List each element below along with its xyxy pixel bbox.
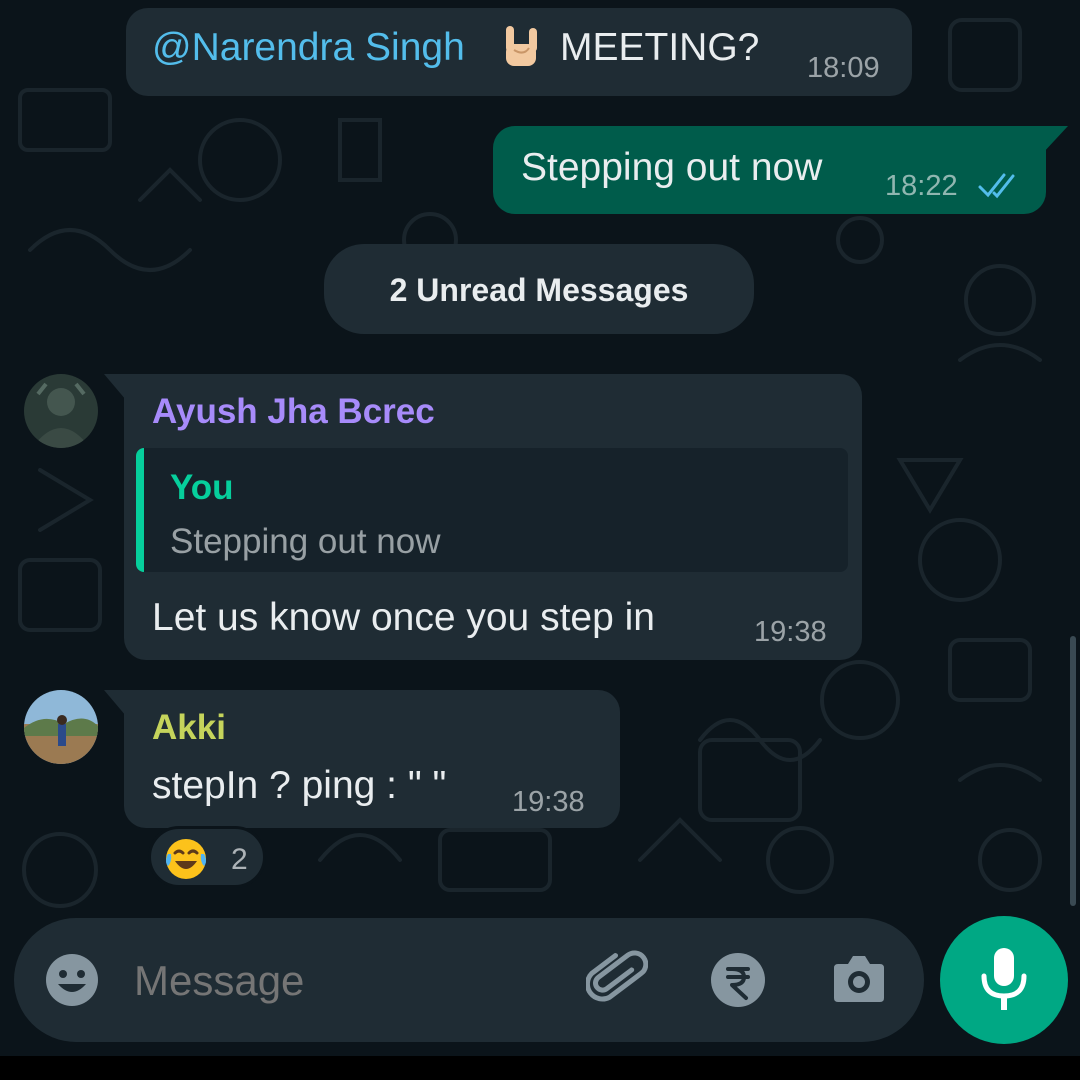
message-bubble-incoming[interactable]: Akki stepIn ? ping : " " 19:38 [104, 690, 620, 828]
message-text: stepIn ? ping : " " [152, 764, 447, 807]
message-bubble-outgoing[interactable]: Stepping out now 18:22 [493, 126, 1068, 214]
bubble-tail [1042, 126, 1068, 154]
message-time: 19:38 [512, 786, 585, 818]
bubble-tail [104, 374, 126, 400]
rock-on-emoji-icon [502, 24, 544, 70]
message-text: MEETING? [560, 26, 760, 69]
quoted-reply[interactable]: You Stepping out now [136, 448, 848, 572]
scrollbar[interactable] [1070, 636, 1076, 906]
emoji-icon[interactable] [44, 952, 100, 1013]
camera-icon[interactable] [830, 954, 888, 1011]
quoted-author: You [170, 468, 234, 507]
voice-record-button[interactable] [940, 916, 1068, 1044]
message-bubble-incoming[interactable]: Ayush Jha Bcrec You Stepping out now Let… [104, 374, 862, 660]
message-time: 19:38 [754, 616, 827, 648]
reaction-count: 2 [231, 843, 248, 876]
face-with-tears-of-joy-icon [163, 836, 209, 887]
unread-divider-label: 2 Unread Messages [389, 272, 689, 308]
mention-link[interactable]: @Narendra Singh [152, 26, 465, 70]
message-time: 18:22 [885, 170, 958, 202]
avatar-ayush[interactable] [24, 374, 98, 448]
message-input[interactable] [132, 948, 566, 1014]
sender-name[interactable]: Akki [152, 708, 226, 748]
avatar-akki[interactable] [24, 690, 98, 764]
bubble-tail [104, 690, 126, 716]
reaction-pill[interactable]: 2 [148, 826, 266, 888]
quoted-text: Stepping out now [170, 522, 441, 561]
message-time: 18:09 [807, 52, 880, 84]
double-check-read-icon [977, 170, 1023, 205]
microphone-icon [978, 946, 1030, 1021]
message-composer [14, 918, 924, 1042]
payment-rupee-icon[interactable] [710, 952, 766, 1013]
unread-divider: 2 Unread Messages [324, 244, 754, 334]
sender-name[interactable]: Ayush Jha Bcrec [152, 392, 435, 432]
message-text: Let us know once you step in [152, 596, 655, 639]
system-nav-bar [0, 1056, 1080, 1080]
message-text: Stepping out now [521, 146, 823, 189]
message-bubble-incoming[interactable]: @Narendra Singh MEETING? 18:09 [126, 8, 912, 96]
attach-paperclip-icon[interactable] [584, 950, 649, 1017]
